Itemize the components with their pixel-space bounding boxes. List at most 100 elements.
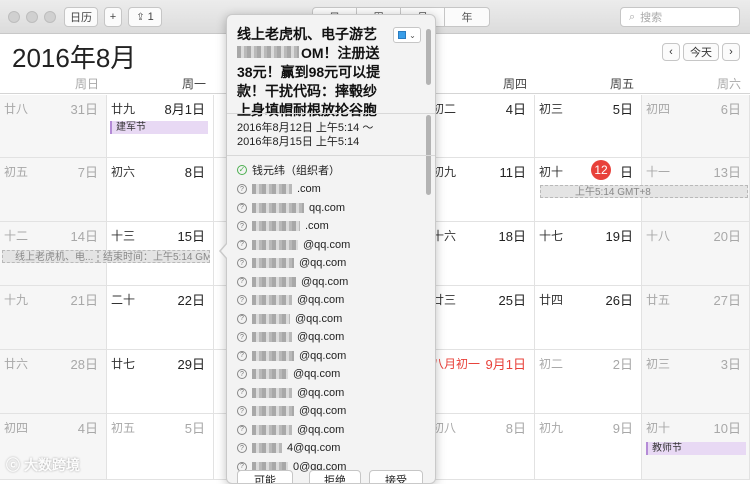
redacted-text	[252, 332, 292, 342]
event-army-day[interactable]: 建军节	[110, 121, 208, 134]
lunar-date: 初四	[4, 421, 29, 435]
search-input[interactable]: ⌕ 搜索	[620, 7, 740, 27]
lunar-date: 初三	[539, 102, 564, 116]
attendee-email: @qq.com	[297, 423, 345, 436]
attendee-row[interactable]: @qq.com	[237, 366, 340, 382]
event-title[interactable]: 线上老虎机、电子游艺 OM！注册送 38元！赢到98元可以提 款！干扰代码：摔毂…	[237, 25, 387, 117]
event-bar-week2[interactable]: 上午5:14 GMT+8	[540, 185, 748, 198]
day-cell[interactable]: 廿四 26日	[535, 286, 642, 350]
tab-year[interactable]: 年	[445, 8, 489, 26]
solar-date: 8日	[184, 165, 205, 180]
redacted-text	[252, 239, 298, 250]
pending-icon	[237, 313, 247, 324]
attendee-row[interactable]: @qq.com	[237, 348, 346, 364]
zoom-window-button[interactable]	[44, 11, 56, 23]
event-title-line: 线上老虎机、电子游艺	[237, 26, 377, 42]
attendee-row[interactable]: @qq.com	[237, 255, 346, 271]
decline-button[interactable]: 拒绝	[309, 470, 361, 483]
divider	[227, 155, 435, 156]
watermark: ⓒ 大数跨境	[6, 455, 80, 475]
attendee-row[interactable]: @qq.com	[237, 292, 344, 308]
organizer-row[interactable]: 钱元纬（组织者）	[237, 162, 340, 178]
attendee-email: @qq.com	[299, 257, 347, 269]
attendee-row[interactable]: @qq.com	[237, 311, 342, 327]
day-cell[interactable]: 初九 11日	[428, 158, 535, 222]
redacted-text	[237, 46, 299, 58]
lunar-date: 初五	[4, 165, 29, 179]
event-teachers-day[interactable]: 教师节	[646, 442, 746, 455]
event-bar-week3-title[interactable]: 线上老虎机、电...	[2, 250, 98, 263]
event-title-text: OM！注册送	[301, 45, 380, 61]
lunar-date: 初三	[646, 357, 671, 371]
next-month-button[interactable]: ›	[722, 43, 740, 61]
day-cell[interactable]: 初二 2日	[535, 350, 642, 414]
attendee-row[interactable]: .com	[237, 218, 329, 234]
calendar-color-picker[interactable]: ⌄	[393, 27, 421, 43]
attendee-row[interactable]: .com	[237, 181, 321, 197]
lunar-date: 初六	[111, 165, 136, 179]
solar-date: 7日	[77, 165, 98, 180]
lunar-date: 十一	[646, 165, 671, 179]
attendee-row[interactable]: @qq.com	[237, 385, 344, 401]
attendee-row[interactable]: @qq.com	[237, 329, 344, 345]
redacted-text	[252, 424, 292, 435]
lunar-date: 廿五	[646, 293, 671, 307]
day-cell[interactable]: 初九 9日	[535, 414, 642, 480]
attendee-email: @qq.com	[295, 312, 343, 325]
solar-date: 22日	[177, 293, 205, 308]
day-cell[interactable]: 廿七 29日	[107, 350, 214, 414]
calendars-button[interactable]: 日历	[64, 7, 98, 27]
attendee-row[interactable]: @qq.com	[237, 237, 350, 253]
day-cell[interactable]: 初五 5日	[107, 414, 214, 480]
day-cell[interactable]: 廿六 28日	[0, 350, 107, 414]
today-button[interactable]: 今天	[683, 43, 719, 61]
maybe-button[interactable]: 可能	[237, 470, 293, 483]
lunar-date: 初九	[539, 421, 564, 435]
attendee-row[interactable]: qq.com	[237, 200, 345, 216]
lunar-date: 廿七	[111, 357, 136, 371]
title-scrollbar[interactable]	[426, 29, 431, 85]
event-time-range[interactable]: 2016年8月12日 上午5:14 ～ 2016年8月15日 上午5:14	[237, 121, 373, 149]
day-cell[interactable]: 十七 19日	[535, 222, 642, 286]
search-placeholder: 搜索	[640, 12, 663, 24]
attendee-email: @qq.com	[297, 331, 345, 343]
day-cell[interactable]: 初八 8日	[428, 414, 535, 480]
day-cell[interactable]: 初五 7日	[0, 158, 107, 222]
solar-date: 27日	[713, 293, 741, 308]
accepted-icon	[237, 165, 247, 175]
solar-date: 11日	[499, 165, 527, 180]
day-cell[interactable]: 廿八 31日	[0, 95, 107, 158]
event-bar-week3-end[interactable]: 结束时间：上午5:14 GMT+8	[98, 250, 210, 263]
day-cell[interactable]: 廿五 27日	[642, 286, 750, 350]
day-cell[interactable]: 十八 20日	[642, 222, 750, 286]
day-cell[interactable]: 十九 21日	[0, 286, 107, 350]
weekday-thu: 周四	[502, 77, 527, 91]
attendee-row[interactable]: 4@qq.com	[237, 440, 340, 456]
add-event-button[interactable]: +	[104, 7, 122, 27]
minimize-window-button[interactable]	[26, 11, 38, 23]
day-cell[interactable]: 初三 5日	[535, 95, 642, 158]
attendee-row[interactable]: @qq.com	[237, 422, 344, 438]
solar-date: 26日	[605, 293, 633, 308]
chevron-down-icon: ⌄	[409, 30, 416, 40]
redacted-text	[252, 443, 282, 453]
day-cell[interactable]: 二十 22日	[107, 286, 214, 350]
month-title: 2016年8月	[12, 43, 137, 73]
accept-button[interactable]: 接受	[369, 470, 423, 483]
lunar-date: 八月初一	[432, 357, 481, 371]
prev-month-button[interactable]: ‹	[662, 43, 680, 61]
close-window-button[interactable]	[8, 11, 20, 23]
day-cell[interactable]: 廿三 25日	[428, 286, 535, 350]
day-cell[interactable]: 十六 18日	[428, 222, 535, 286]
inbox-button[interactable]: ⇪ 1	[128, 7, 162, 27]
lunar-date: 廿八	[4, 102, 29, 116]
pending-icon	[237, 387, 247, 398]
day-cell[interactable]: 初三 3日	[642, 350, 750, 414]
redacted-text	[252, 406, 294, 416]
day-cell[interactable]: 八月初一 9月1日	[428, 350, 535, 414]
day-cell[interactable]: 初四 6日	[642, 95, 750, 158]
attendee-row[interactable]: @qq.com	[237, 403, 346, 419]
day-cell[interactable]: 初六 8日	[107, 158, 214, 222]
day-cell[interactable]: 初二 4日	[428, 95, 535, 158]
attendee-row[interactable]: @qq.com	[237, 274, 348, 290]
